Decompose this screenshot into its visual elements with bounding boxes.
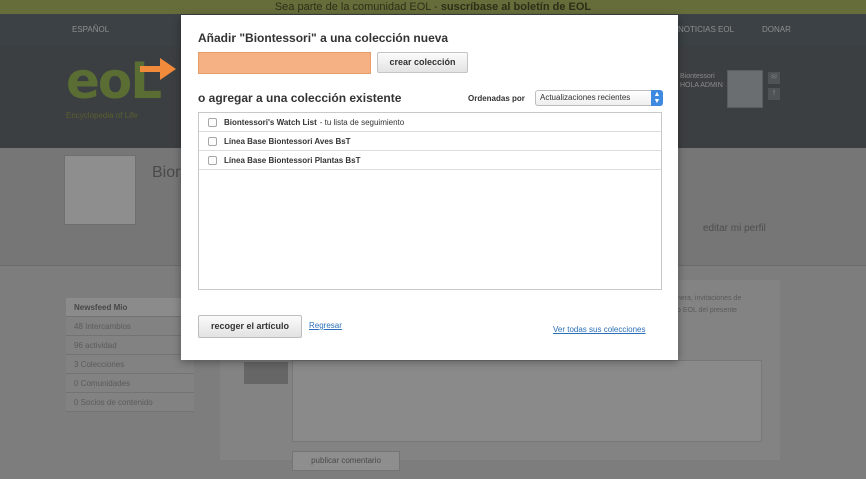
dialog-title: Añadir "Biontessori" a una colección nue… bbox=[198, 31, 449, 45]
view-all-collections-link[interactable]: Ver todas sus colecciones bbox=[553, 325, 646, 334]
collect-item-button[interactable]: recoger el artículo bbox=[198, 315, 302, 338]
new-collection-name-input[interactable] bbox=[198, 52, 371, 74]
header-avatar[interactable] bbox=[727, 70, 763, 108]
list-item[interactable]: Línea Base Biontessori Aves BsT bbox=[199, 132, 661, 151]
chevron-updown-icon: ▲ ▼ bbox=[651, 90, 663, 106]
profile-avatar bbox=[64, 155, 136, 225]
publish-comment-button[interactable]: publicar comentario bbox=[292, 451, 400, 471]
edit-profile-link[interactable]: editar mi perfil bbox=[703, 223, 766, 234]
sidebar-item[interactable]: 3 Colecciones bbox=[66, 355, 194, 374]
collection-suffix: - tu lista de seguimiento bbox=[319, 117, 405, 127]
collection-name: Biontessori's Watch List bbox=[224, 117, 317, 127]
sidebar-item[interactable]: 0 Comunidades bbox=[66, 374, 194, 393]
sidebar-item[interactable]: 0 Socios de contenido bbox=[66, 393, 194, 412]
sidebar-item[interactable]: Newsfeed Mio bbox=[66, 298, 194, 317]
language-menu[interactable]: ESPAÑOL bbox=[72, 25, 109, 34]
header-user-name[interactable]: Biontessori bbox=[680, 72, 723, 81]
sidebar-item[interactable]: 48 Intercambios bbox=[66, 317, 194, 336]
sidebar-item[interactable]: 96 actividad bbox=[66, 336, 194, 355]
collection-checkbox[interactable] bbox=[208, 117, 217, 127]
existing-collection-heading: o agregar a una colección existente bbox=[198, 91, 402, 105]
header-social: ✉ f bbox=[768, 72, 784, 106]
sort-select[interactable]: Actualizaciones recientes ▲ ▼ bbox=[535, 90, 663, 106]
facebook-icon[interactable]: f bbox=[768, 88, 780, 100]
comment-avatar bbox=[244, 362, 288, 384]
create-collection-button[interactable]: crear colección bbox=[377, 52, 468, 73]
collection-name: Línea Base Biontessori Plantas BsT bbox=[224, 155, 361, 165]
nav-donate[interactable]: DONAR bbox=[762, 25, 791, 34]
mail-icon[interactable]: ✉ bbox=[768, 72, 780, 84]
back-link[interactable]: Regresar bbox=[309, 321, 342, 330]
collection-name: Línea Base Biontessori Aves BsT bbox=[224, 136, 351, 146]
logo-subtitle: Encyclopedia of Life bbox=[66, 111, 138, 120]
banner-link[interactable]: suscríbase al boletín de EOL bbox=[441, 1, 591, 13]
collection-list: Biontessori's Watch List - tu lista de s… bbox=[198, 112, 662, 290]
collection-checkbox[interactable] bbox=[208, 136, 217, 146]
arrow-right-icon bbox=[140, 58, 176, 80]
profile-name: Bior bbox=[152, 164, 181, 181]
comment-textarea[interactable] bbox=[292, 360, 762, 442]
collection-checkbox[interactable] bbox=[208, 155, 217, 165]
list-item[interactable]: Biontessori's Watch List - tu lista de s… bbox=[199, 113, 661, 132]
sort-label: Ordenadas por bbox=[468, 94, 525, 103]
header-user-sub: HOLA ADMIN bbox=[680, 82, 723, 89]
notice-text: nera, invitaciones de o EOL del presente bbox=[677, 295, 742, 314]
profile-sidebar: Newsfeed Mio 48 Intercambios 96 activida… bbox=[66, 298, 194, 412]
header-user: Biontessori HOLA ADMIN bbox=[680, 72, 723, 90]
sort-select-value: Actualizaciones recientes bbox=[540, 93, 631, 102]
nav-news[interactable]: NOTICIAS EOL bbox=[678, 25, 734, 34]
add-to-collection-dialog: Añadir "Biontessori" a una colección nue… bbox=[181, 15, 678, 360]
community-banner: Sea parte de la comunidad EOL - suscríba… bbox=[0, 0, 866, 14]
list-item[interactable]: Línea Base Biontessori Plantas BsT bbox=[199, 151, 661, 170]
banner-text: Sea parte de la comunidad EOL - bbox=[274, 1, 438, 13]
